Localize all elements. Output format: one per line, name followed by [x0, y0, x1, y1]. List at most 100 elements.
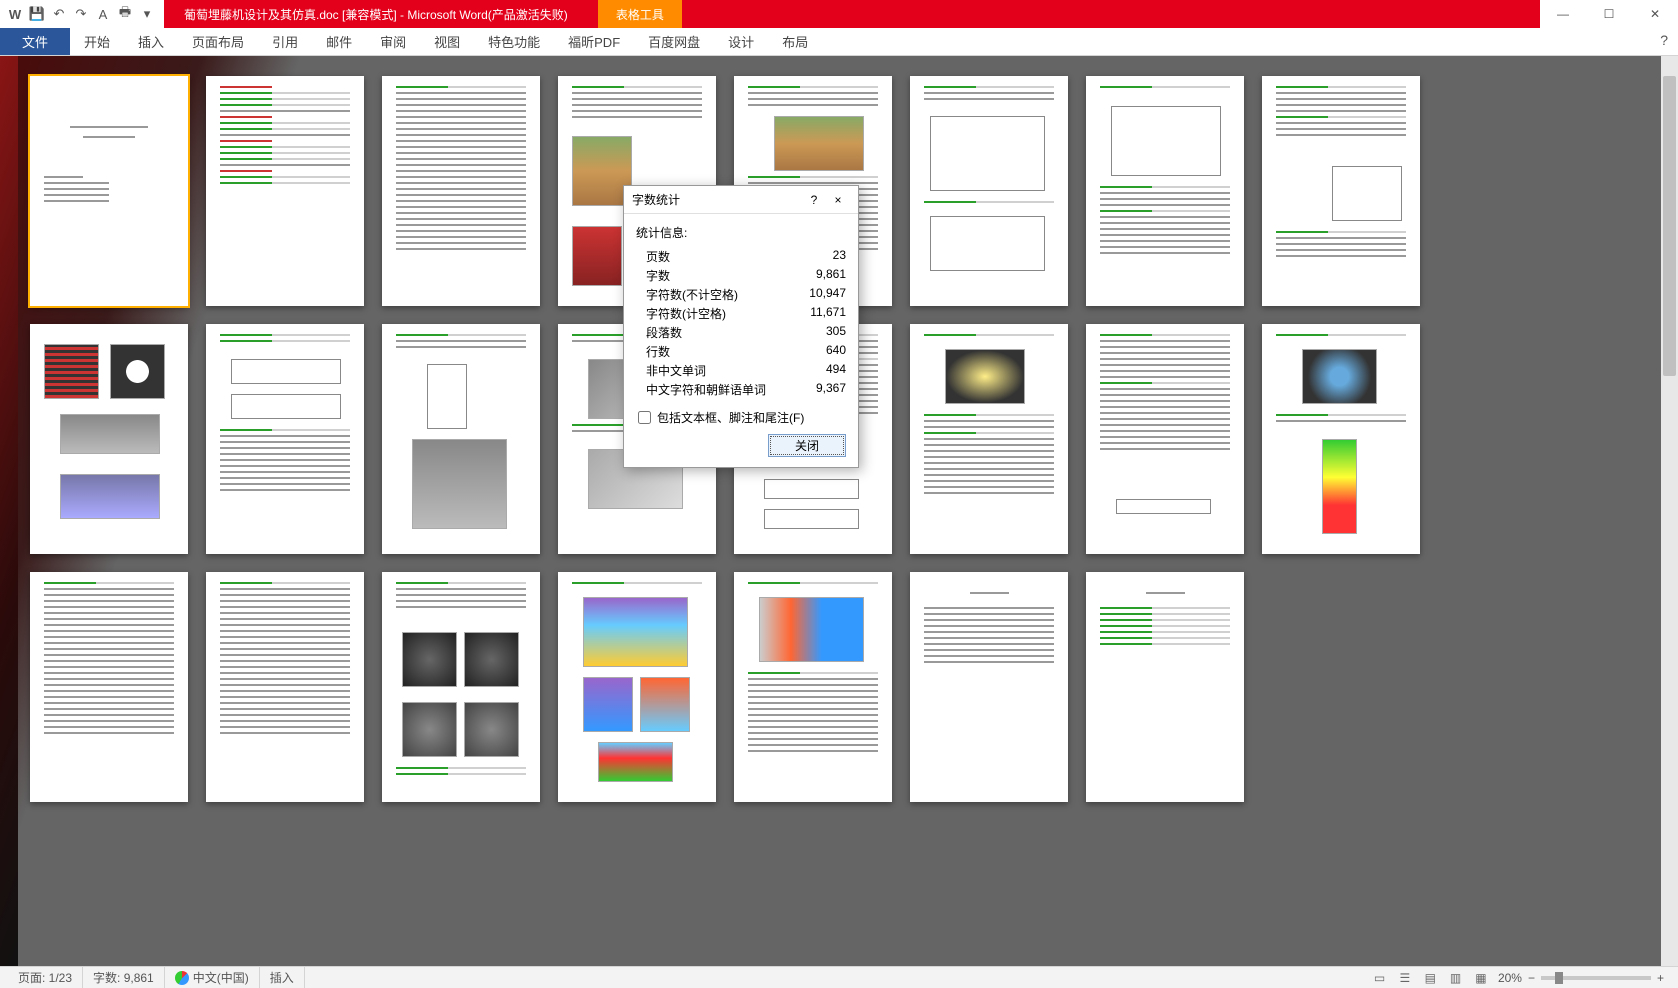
print-icon[interactable]: 🖶: [116, 5, 134, 23]
save-icon[interactable]: 💾: [28, 5, 46, 23]
stat-label: 非中文单词: [646, 362, 706, 379]
quick-access-toolbar: W 💾 ↶ ↷ A 🖶 ▾: [0, 0, 164, 28]
checkbox-input[interactable]: [638, 411, 651, 424]
page-thumb-8[interactable]: [1262, 76, 1420, 306]
stat-row-cjk-words: 中文字符和朝鲜语单词 9,367: [636, 380, 846, 399]
stat-label: 字符数(不计空格): [646, 286, 738, 303]
status-language[interactable]: 中文(中国): [165, 967, 260, 988]
window-title: 葡萄埋藤机设计及其仿真.doc [兼容模式] - Microsoft Word(…: [164, 6, 568, 23]
stat-value: 10,947: [786, 286, 846, 303]
stat-row-lines: 行数640: [636, 342, 846, 361]
redo-icon[interactable]: ↷: [72, 5, 90, 23]
stat-label: 段落数: [646, 324, 682, 341]
page-thumb-7[interactable]: [1086, 76, 1244, 306]
ribbon-help-icon[interactable]: ?: [1660, 32, 1668, 48]
view-print-layout-icon[interactable]: ▭: [1369, 969, 1391, 987]
tab-mailings[interactable]: 邮件: [312, 28, 366, 55]
stat-value: 494: [786, 362, 846, 379]
tab-insert[interactable]: 插入: [124, 28, 178, 55]
view-draft-icon[interactable]: ▦: [1470, 969, 1492, 987]
tab-table-layout[interactable]: 布局: [768, 28, 822, 55]
page-thumb-2[interactable]: [206, 76, 364, 306]
zoom-out-button[interactable]: −: [1528, 971, 1535, 985]
tab-foxit-pdf[interactable]: 福昕PDF: [554, 28, 634, 55]
page-thumb-10[interactable]: [206, 324, 364, 554]
page-thumb-20[interactable]: [558, 572, 716, 802]
dialog-help-icon[interactable]: ?: [802, 193, 826, 207]
maximize-button[interactable]: ☐: [1586, 0, 1632, 28]
stat-value: 9,367: [786, 381, 846, 398]
page-thumb-18[interactable]: [206, 572, 364, 802]
tab-table-design[interactable]: 设计: [714, 28, 768, 55]
titlebar: W 💾 ↶ ↷ A 🖶 ▾ 葡萄埋藤机设计及其仿真.doc [兼容模式] - M…: [0, 0, 1678, 28]
page-thumb-1[interactable]: [30, 76, 188, 306]
ribbon-tabs: 文件 开始 插入 页面布局 引用 邮件 审阅 视图 特色功能 福昕PDF 百度网…: [0, 28, 1678, 56]
page-thumb-6[interactable]: [910, 76, 1068, 306]
page-thumb-23[interactable]: [1086, 572, 1244, 802]
tab-references[interactable]: 引用: [258, 28, 312, 55]
page-thumb-9[interactable]: [30, 324, 188, 554]
page-thumb-19[interactable]: [382, 572, 540, 802]
page-thumb-22[interactable]: [910, 572, 1068, 802]
zoom-level-label[interactable]: 20%: [1498, 971, 1522, 985]
minimize-button[interactable]: —: [1540, 0, 1586, 28]
zoom-slider[interactable]: [1541, 976, 1651, 980]
stat-row-pages: 页数23: [636, 247, 846, 266]
stat-row-paragraphs: 段落数 305: [636, 323, 846, 342]
view-fullscreen-icon[interactable]: ☰: [1394, 969, 1416, 987]
view-outline-icon[interactable]: ▥: [1445, 969, 1467, 987]
dialog-close-button[interactable]: 关闭: [768, 434, 846, 457]
zoom-control: 20% − +: [1492, 971, 1670, 985]
status-word-count[interactable]: 字数: 9,861: [83, 967, 165, 988]
stat-value: 9,861: [786, 267, 846, 284]
window-controls: — ☐ ✕: [1540, 0, 1678, 28]
stat-row-chars-with-space: 字符数(计空格) 11,671: [636, 304, 846, 323]
vertical-scrollbar[interactable]: [1661, 56, 1678, 966]
view-web-layout-icon[interactable]: ▤: [1419, 969, 1441, 987]
tab-baidu-netdisk[interactable]: 百度网盘: [634, 28, 714, 55]
stat-value: 23: [786, 248, 846, 265]
dialog-title: 字数统计: [632, 191, 802, 208]
qat-expand-icon[interactable]: ▾: [138, 5, 156, 23]
page-thumb-21[interactable]: [734, 572, 892, 802]
page-thumb-11[interactable]: [382, 324, 540, 554]
tab-view[interactable]: 视图: [420, 28, 474, 55]
stat-row-chars-no-space: 字符数(不计空格) 10,947: [636, 285, 846, 304]
stat-value: 11,671: [786, 305, 846, 322]
dialog-body: 统计信息: 页数23 字数9,861 字符数(不计空格)10,947 字符数(计…: [624, 214, 858, 467]
status-page[interactable]: 页面: 1/23: [8, 967, 83, 988]
contextual-tab-header: 表格工具: [598, 0, 682, 29]
view-mode-buttons: ▭ ☰ ▤ ▥ ▦: [1369, 969, 1492, 987]
zoom-slider-knob[interactable]: [1555, 972, 1563, 984]
tab-home[interactable]: 开始: [70, 28, 124, 55]
stat-label: 行数: [646, 343, 670, 360]
tab-file[interactable]: 文件: [0, 28, 70, 55]
tab-page-layout[interactable]: 页面布局: [178, 28, 258, 55]
dialog-close-icon[interactable]: ×: [826, 193, 850, 207]
tab-features[interactable]: 特色功能: [474, 28, 554, 55]
stat-label: 中文字符和朝鲜语单词: [646, 381, 766, 398]
statusbar: 页面: 1/23 字数: 9,861 中文(中国) 插入 ▭ ☰ ▤ ▥ ▦ 2…: [0, 966, 1678, 988]
stat-value: 305: [786, 324, 846, 341]
stat-row-words: 字数 9,861: [636, 266, 846, 285]
language-icon: [175, 971, 189, 985]
status-insert-mode[interactable]: 插入: [260, 967, 305, 988]
zoom-in-button[interactable]: +: [1657, 971, 1664, 985]
stat-row-non-cjk-words: 非中文单词 494: [636, 361, 846, 380]
undo-icon[interactable]: ↶: [50, 5, 68, 23]
page-thumb-17[interactable]: [30, 572, 188, 802]
page-thumb-16[interactable]: [1262, 324, 1420, 554]
page-thumb-3[interactable]: [382, 76, 540, 306]
page-thumb-14[interactable]: [910, 324, 1068, 554]
stat-label: 字数: [646, 267, 670, 284]
app-icon: W: [6, 5, 24, 23]
tab-review[interactable]: 审阅: [366, 28, 420, 55]
include-textbox-checkbox[interactable]: 包括文本框、脚注和尾注(F): [636, 409, 846, 426]
close-button[interactable]: ✕: [1632, 0, 1678, 28]
dialog-titlebar[interactable]: 字数统计 ? ×: [624, 186, 858, 214]
stat-label: 字符数(计空格): [646, 305, 726, 322]
page-thumb-15[interactable]: [1086, 324, 1244, 554]
style-icon[interactable]: A: [94, 5, 112, 23]
scrollbar-thumb[interactable]: [1663, 76, 1676, 376]
checkbox-label: 包括文本框、脚注和尾注(F): [657, 409, 804, 426]
